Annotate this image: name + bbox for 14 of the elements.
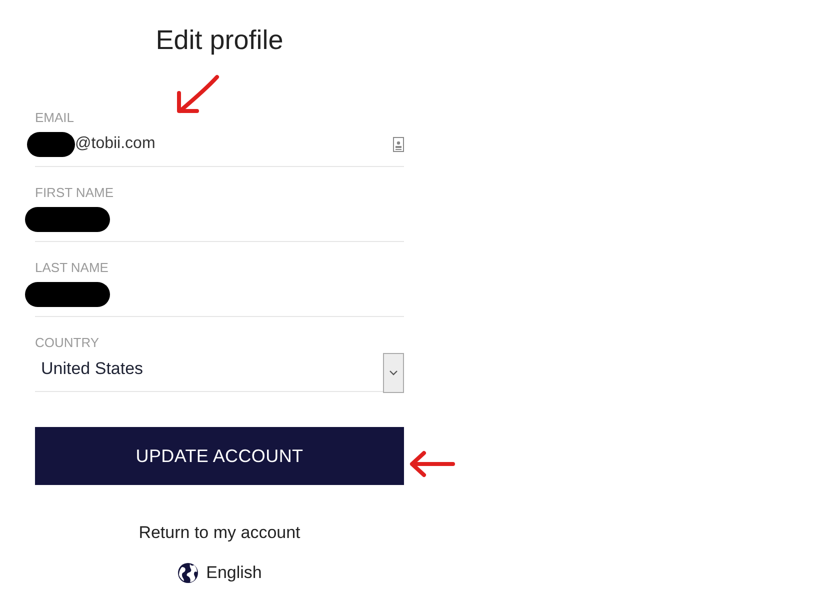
field-label: EMAIL bbox=[35, 111, 76, 125]
page-title: Edit profile bbox=[156, 25, 284, 55]
chevron-icon bbox=[389, 370, 398, 376]
field-label: FIRST NAME bbox=[35, 186, 114, 200]
field-value[interactable]: @tobii.com bbox=[75, 135, 156, 153]
dropdown-button[interactable] bbox=[383, 353, 404, 393]
field-label: LAST NAME bbox=[35, 261, 110, 275]
globe-icon[interactable] bbox=[177, 562, 200, 584]
field-label: COUNTRY bbox=[35, 336, 100, 350]
language-link[interactable]: English bbox=[206, 563, 262, 583]
country-value[interactable]: United States bbox=[41, 359, 144, 379]
contact-card-icon[interactable] bbox=[393, 136, 404, 152]
update-account-button[interactable]: UPDATE ACCOUNT bbox=[35, 427, 404, 485]
return-link[interactable]: Return to my account bbox=[138, 523, 300, 543]
